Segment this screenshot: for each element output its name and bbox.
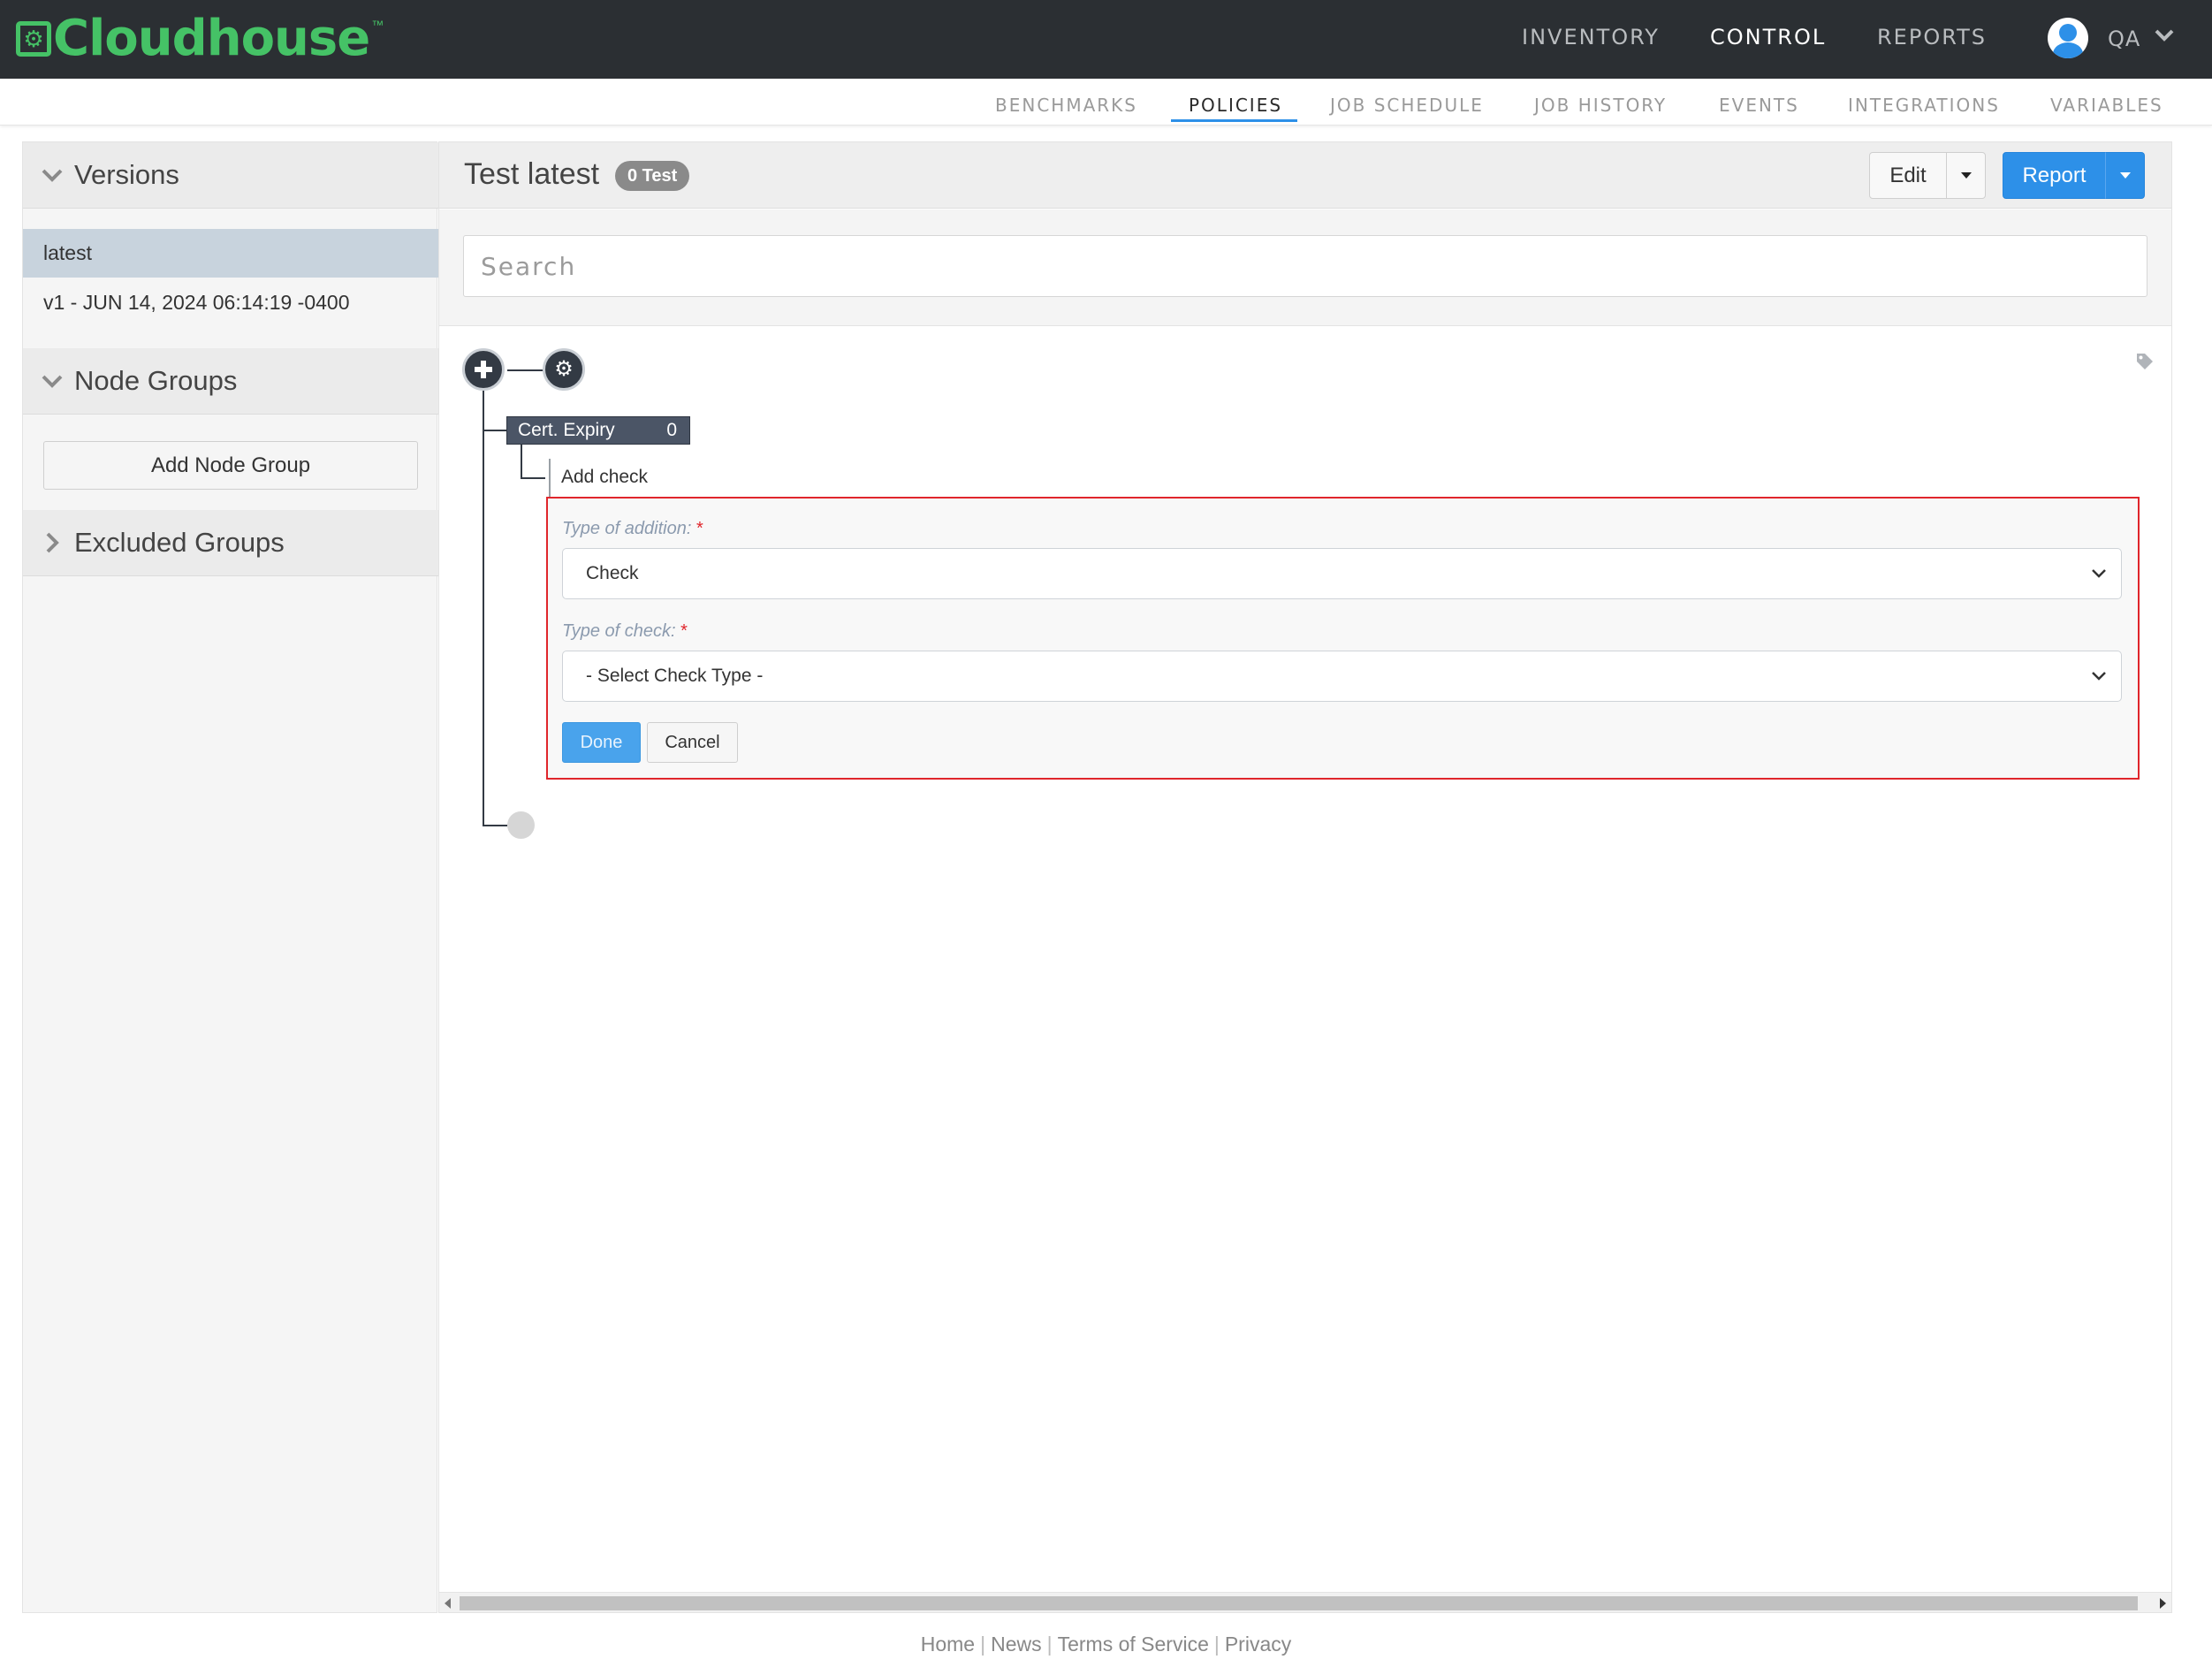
subnav-job-schedule[interactable]: JOB SCHEDULE — [1330, 95, 1484, 116]
type-of-check-select[interactable]: - Select Check Type - — [562, 651, 2122, 702]
type-of-addition-label: Type of addition: * — [562, 519, 703, 538]
footer: Home | News | Terms of Service | Privacy — [0, 1633, 2212, 1656]
tree-connector — [507, 369, 544, 371]
caret-down-icon — [1961, 172, 1972, 179]
footer-link-terms[interactable]: Terms of Service — [1058, 1633, 1209, 1656]
edit-button[interactable]: Edit — [1869, 152, 1947, 199]
node-groups-title: Node Groups — [74, 365, 238, 396]
group-cert-expiry[interactable]: Cert. Expiry 0 — [506, 416, 690, 445]
footer-link-news[interactable]: News — [991, 1633, 1042, 1656]
subnav-events[interactable]: EVENTS — [1719, 95, 1799, 116]
chevron-right-icon — [46, 532, 59, 553]
scroll-left-icon[interactable] — [445, 1598, 451, 1609]
test-count-badge: 0 Test — [615, 161, 690, 191]
tree-connector — [521, 445, 522, 478]
footer-link-home[interactable]: Home — [921, 1633, 975, 1656]
active-tab-indicator — [1171, 119, 1297, 122]
type-of-addition-value: Check — [586, 563, 639, 583]
report-dropdown-toggle[interactable] — [2105, 152, 2145, 199]
gear-icon[interactable]: ⚙ — [543, 348, 585, 391]
search-input[interactable] — [463, 235, 2147, 297]
type-of-check-value: - Select Check Type - — [586, 666, 764, 686]
tree-connector — [521, 477, 545, 479]
page-title: Test latest — [464, 157, 600, 191]
footer-separator: | — [1213, 1633, 1220, 1656]
footer-link-privacy[interactable]: Privacy — [1225, 1633, 1291, 1656]
footer-separator: | — [1046, 1633, 1053, 1656]
group-count: 0 — [666, 420, 677, 440]
excluded-groups-title: Excluded Groups — [74, 527, 285, 558]
add-check-form: Type of addition: * Check Type of check:… — [546, 497, 2140, 780]
tree-connector — [549, 459, 551, 498]
add-check-label: Add check — [561, 467, 649, 487]
edit-dropdown-toggle[interactable] — [1946, 152, 1986, 199]
subnav-job-history[interactable]: JOB HISTORY — [1534, 95, 1667, 116]
sub-navbar: BENCHMARKS POLICIES JOB SCHEDULE JOB HIS… — [0, 79, 2212, 126]
chevron-down-icon — [2092, 672, 2106, 681]
cancel-button[interactable]: Cancel — [647, 722, 738, 763]
tree-connector — [483, 825, 507, 826]
subnav-integrations[interactable]: INTEGRATIONS — [1848, 95, 2000, 116]
nav-inventory[interactable]: INVENTORY — [1522, 25, 1660, 49]
caret-down-icon — [2120, 172, 2131, 179]
version-item-v1[interactable]: v1 - JUN 14, 2024 06:14:19 -0400 — [23, 278, 438, 327]
add-node-group-button[interactable]: Add Node Group — [43, 441, 418, 490]
versions-header[interactable]: Versions — [23, 142, 438, 209]
footer-separator: | — [980, 1633, 986, 1656]
type-of-check-label: Type of check: * — [562, 621, 688, 641]
tree-trunk-line — [483, 391, 484, 826]
add-node-icon[interactable] — [462, 348, 505, 391]
subnav-variables[interactable]: VARIABLES — [2050, 95, 2163, 116]
subnav-benchmarks[interactable]: BENCHMARKS — [995, 95, 1137, 116]
scroll-right-icon[interactable] — [2160, 1598, 2166, 1609]
chevron-down-icon — [42, 169, 63, 182]
gear-logo-icon: ⚙ — [16, 21, 51, 57]
chevron-down-icon — [42, 375, 63, 388]
logo-text: Cloudhouse — [53, 10, 370, 67]
top-navbar: ⚙ Cloudhouse ™ INVENTORY CONTROL REPORTS… — [0, 0, 2212, 79]
nav-control[interactable]: CONTROL — [1710, 25, 1826, 49]
sidebar: Versions latest v1 - JUN 14, 2024 06:14:… — [22, 141, 438, 1613]
report-button[interactable]: Report — [2003, 152, 2106, 199]
tree-end-node — [507, 811, 535, 839]
user-avatar-icon[interactable] — [2048, 18, 2088, 58]
excluded-groups-header[interactable]: Excluded Groups — [23, 510, 438, 576]
horizontal-scrollbar[interactable] — [439, 1592, 2171, 1612]
main-panel: Test latest 0 Test Edit Report ⚙ Cert. E… — [438, 141, 2172, 1613]
version-item-latest[interactable]: latest — [23, 229, 438, 278]
tag-icon[interactable] — [2135, 352, 2155, 371]
logo[interactable]: ⚙ Cloudhouse ™ — [16, 11, 384, 67]
logo-trademark: ™ — [371, 18, 384, 32]
tree-connector — [483, 430, 507, 431]
group-name: Cert. Expiry — [518, 420, 615, 440]
chevron-down-icon — [2092, 569, 2106, 578]
type-of-addition-select[interactable]: Check — [562, 548, 2122, 599]
nav-reports[interactable]: REPORTS — [1877, 25, 1987, 49]
subnav-policies[interactable]: POLICIES — [1189, 95, 1282, 116]
scrollbar-thumb[interactable] — [460, 1596, 2138, 1610]
node-groups-header[interactable]: Node Groups — [23, 348, 438, 415]
search-area — [439, 209, 2171, 326]
versions-title: Versions — [74, 159, 179, 190]
done-button[interactable]: Done — [562, 722, 641, 763]
policy-header: Test latest 0 Test Edit Report — [439, 142, 2171, 209]
user-name[interactable]: QA — [2108, 27, 2140, 51]
chevron-down-icon[interactable] — [2152, 23, 2177, 48]
